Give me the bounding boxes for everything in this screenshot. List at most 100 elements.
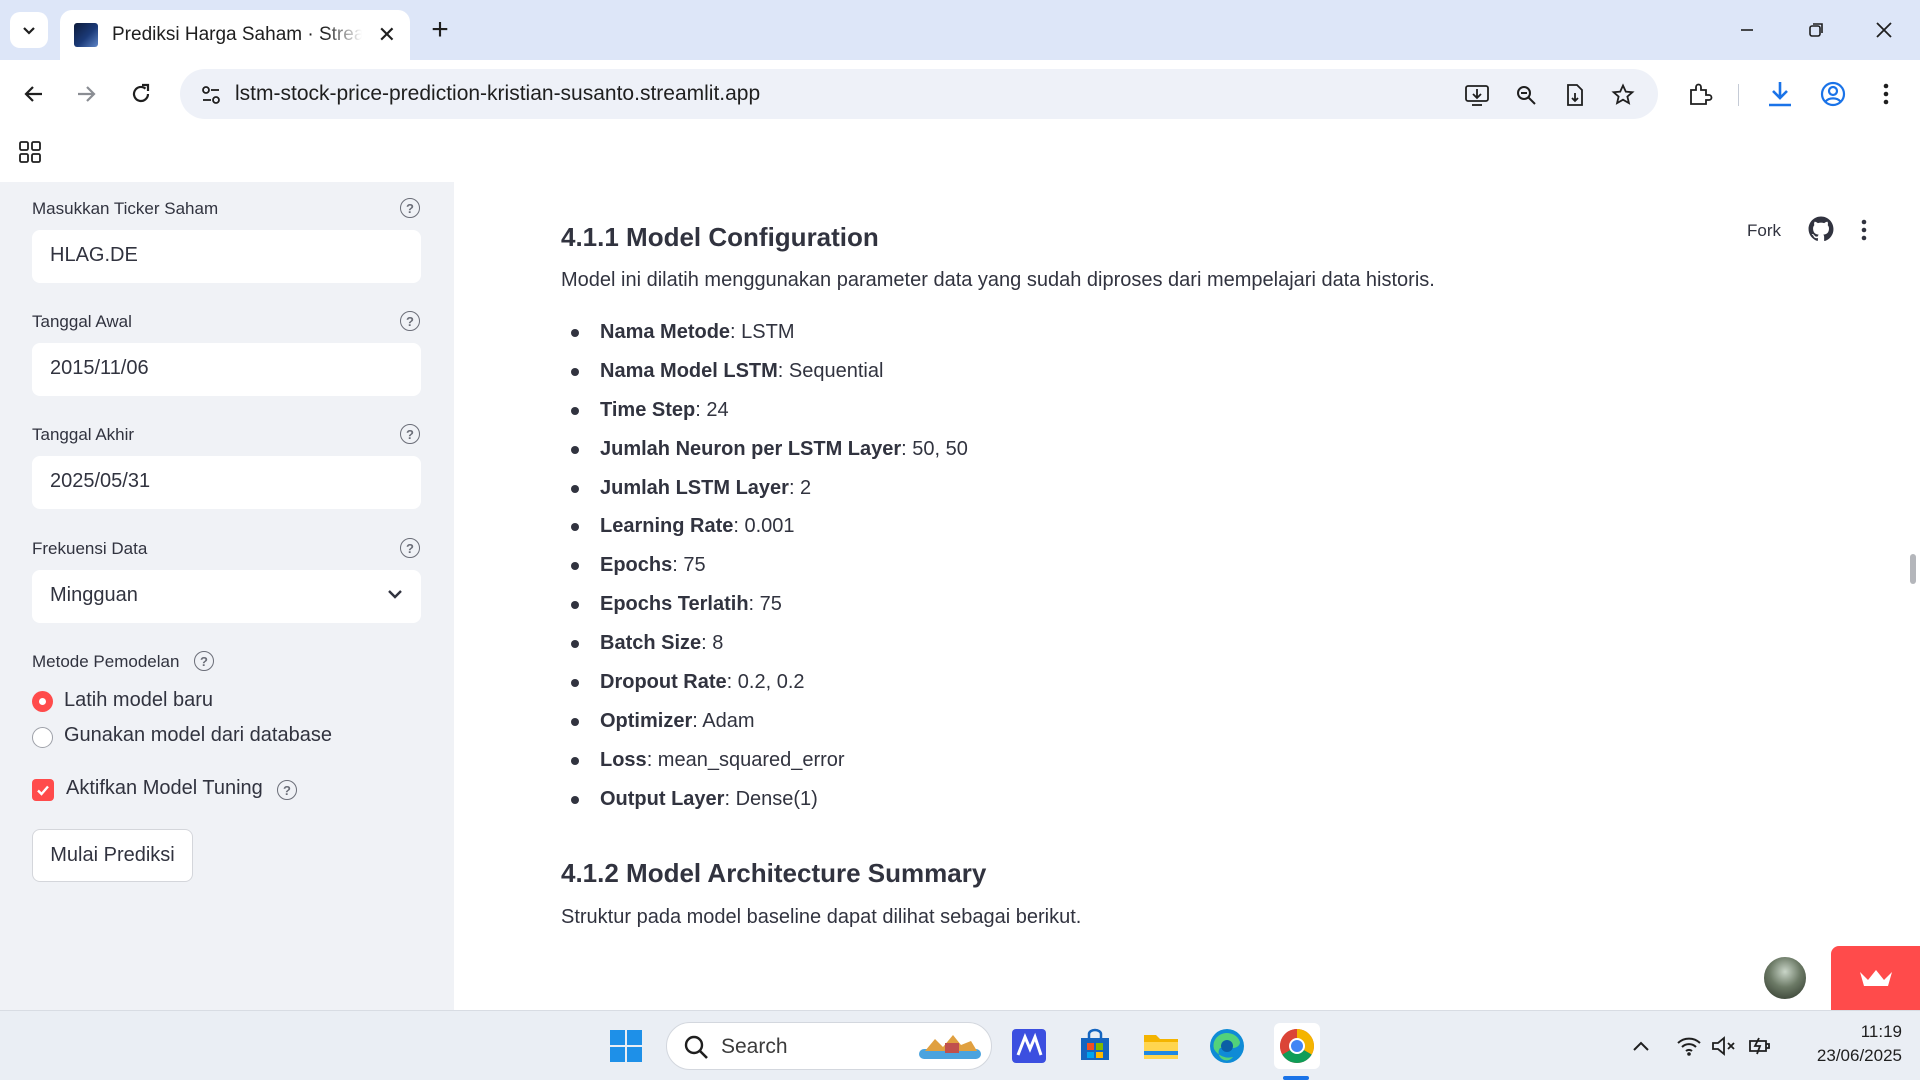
- url-text[interactable]: lstm-stock-price-prediction-kristian-sus…: [235, 82, 760, 106]
- forward-icon[interactable]: [66, 74, 106, 114]
- chrome-browser-icon[interactable]: [1274, 1023, 1320, 1069]
- help-icon[interactable]: ?: [194, 651, 214, 671]
- extensions-icon[interactable]: [1680, 74, 1720, 114]
- section-heading-architecture: 4.1.2 Model Architecture Summary: [561, 858, 987, 888]
- help-icon[interactable]: ?: [277, 780, 297, 800]
- tuning-checkbox[interactable]: [32, 779, 54, 801]
- scrollbar-thumb[interactable]: [1910, 554, 1916, 584]
- chevron-down-icon: [388, 590, 402, 599]
- ticker-label: Masukkan Ticker Saham: [32, 199, 219, 218]
- bookmark-star-icon[interactable]: [1608, 81, 1638, 109]
- reload-icon[interactable]: [121, 74, 161, 114]
- crown-icon: [1859, 970, 1892, 986]
- fork-button[interactable]: Fork: [1747, 221, 1781, 241]
- list-item: Epochs Terlatih: 75: [561, 585, 968, 624]
- list-item: Optimizer: Adam: [561, 702, 968, 741]
- help-icon[interactable]: ?: [400, 311, 420, 331]
- profile-icon[interactable]: [1813, 74, 1853, 114]
- list-item: Dropout Rate: 0.2, 0.2: [561, 663, 968, 702]
- tab-search-button[interactable]: [10, 12, 48, 48]
- bookmark-bar: [0, 126, 1920, 182]
- tuning-checkbox-label[interactable]: Aktifkan Model Tuning: [66, 777, 263, 800]
- sidebar: Masukkan Ticker Saham ? HLAG.DE Tanggal …: [0, 182, 454, 1010]
- list-item: Time Step: 24: [561, 391, 968, 430]
- restore-icon[interactable]: [1796, 12, 1836, 48]
- list-item: Loss: mean_squared_error: [561, 741, 968, 780]
- help-icon[interactable]: ?: [400, 198, 420, 218]
- section-intro-architecture: Struktur pada model baseline dapat dilih…: [561, 906, 1082, 928]
- ticker-input[interactable]: HLAG.DE: [32, 230, 421, 283]
- microsoft-store-icon[interactable]: [1076, 1027, 1114, 1065]
- taskbar-search-label: Search: [721, 1035, 788, 1058]
- app-menu-icon[interactable]: [1860, 218, 1868, 242]
- radio-use-database[interactable]: [32, 727, 53, 748]
- minimize-icon[interactable]: [1727, 12, 1767, 48]
- toolbar-divider: [1738, 84, 1739, 106]
- list-item: Jumlah LSTM Layer: 2: [561, 469, 968, 508]
- back-icon[interactable]: [14, 74, 54, 114]
- edge-browser-icon[interactable]: [1208, 1027, 1246, 1065]
- clock-time: 11:19: [1860, 1022, 1902, 1041]
- radio-train-new-label[interactable]: Latih model baru: [64, 689, 213, 712]
- install-app-icon[interactable]: [1462, 81, 1492, 109]
- browser-tab[interactable]: Prediksi Harga Saham · Streamlit ✕: [60, 10, 410, 60]
- github-icon[interactable]: [1808, 216, 1834, 242]
- section-intro-config: Model ini dilatih menggunakan parameter …: [561, 269, 1435, 291]
- clock-date: 23/06/2025: [1816, 1046, 1902, 1065]
- windows-start-icon[interactable]: [607, 1027, 645, 1065]
- app-blue-tile-icon[interactable]: [1010, 1027, 1048, 1065]
- list-item: Nama Metode: LSTM: [561, 313, 968, 352]
- browser-menu-icon[interactable]: [1866, 74, 1906, 114]
- list-item: Epochs: 75: [561, 546, 968, 585]
- downloads-icon[interactable]: [1760, 74, 1800, 114]
- site-info-icon[interactable]: [196, 81, 226, 109]
- user-avatar[interactable]: [1762, 955, 1808, 1001]
- config-list: Nama Metode: LSTM Nama Model LSTM: Seque…: [561, 313, 968, 819]
- tray-overflow-icon[interactable]: [1622, 1027, 1660, 1065]
- list-item: Batch Size: 8: [561, 624, 968, 663]
- list-item: Output Layer: Dense(1): [561, 780, 968, 819]
- list-item: Jumlah Neuron per LSTM Layer: 50, 50: [561, 430, 968, 469]
- radio-use-database-label[interactable]: Gunakan model dari database: [64, 724, 332, 747]
- page-download-icon[interactable]: [1560, 81, 1590, 109]
- streamlit-page: Masukkan Ticker Saham ? HLAG.DE Tanggal …: [0, 182, 1920, 1010]
- zoom-icon[interactable]: [1511, 81, 1541, 109]
- system-clock[interactable]: 11:19 23/06/2025: [1782, 1020, 1902, 1068]
- file-explorer-icon[interactable]: [1142, 1027, 1180, 1065]
- tab-title: Prediksi Harga Saham · Streamlit: [112, 24, 362, 45]
- frequency-label: Frekuensi Data: [32, 539, 148, 558]
- check-icon: [37, 785, 49, 796]
- streamlit-badge[interactable]: [1831, 946, 1920, 1010]
- close-window-icon[interactable]: [1864, 12, 1904, 48]
- end-date-input[interactable]: 2025/05/31: [32, 456, 421, 509]
- taskbar-search[interactable]: Search: [666, 1022, 992, 1070]
- list-item: Nama Model LSTM: Sequential: [561, 352, 968, 391]
- main-content: Fork 4.1.1 Model Configuration Model ini…: [454, 182, 1920, 1010]
- volume-muted-icon[interactable]: [1706, 1027, 1742, 1065]
- search-icon: [684, 1035, 708, 1059]
- start-date-label: Tanggal Awal: [32, 312, 132, 331]
- help-icon[interactable]: ?: [400, 538, 420, 558]
- start-prediction-button[interactable]: Mulai Prediksi: [32, 829, 193, 882]
- chevron-down-icon: [23, 27, 35, 35]
- start-date-input[interactable]: 2015/11/06: [32, 343, 421, 396]
- end-date-label: Tanggal Akhir: [32, 425, 135, 444]
- method-label: Metode Pemodelan: [32, 652, 180, 671]
- new-tab-icon[interactable]: +: [424, 13, 456, 46]
- section-heading-config: 4.1.1 Model Configuration: [561, 222, 879, 252]
- apps-grid-icon[interactable]: [16, 138, 44, 166]
- browser-tab-strip: Prediksi Harga Saham · Streamlit ✕ +: [0, 0, 1920, 60]
- frequency-selected-value: Mingguan: [50, 584, 138, 606]
- search-highlight-icon: [919, 1035, 981, 1059]
- radio-train-new[interactable]: [32, 691, 53, 712]
- streamlit-favicon-icon: [74, 23, 98, 47]
- wifi-icon[interactable]: [1669, 1027, 1709, 1065]
- address-bar[interactable]: lstm-stock-price-prediction-kristian-sus…: [180, 69, 1658, 119]
- frequency-select[interactable]: Mingguan: [32, 570, 421, 623]
- list-item: Learning Rate: 0.001: [561, 507, 968, 546]
- help-icon[interactable]: ?: [400, 424, 420, 444]
- battery-charging-icon[interactable]: [1742, 1027, 1778, 1065]
- active-app-indicator: [1283, 1076, 1309, 1080]
- close-tab-icon[interactable]: ✕: [378, 22, 396, 48]
- taskbar: Search 11:19 23/06/2025: [0, 1010, 1920, 1080]
